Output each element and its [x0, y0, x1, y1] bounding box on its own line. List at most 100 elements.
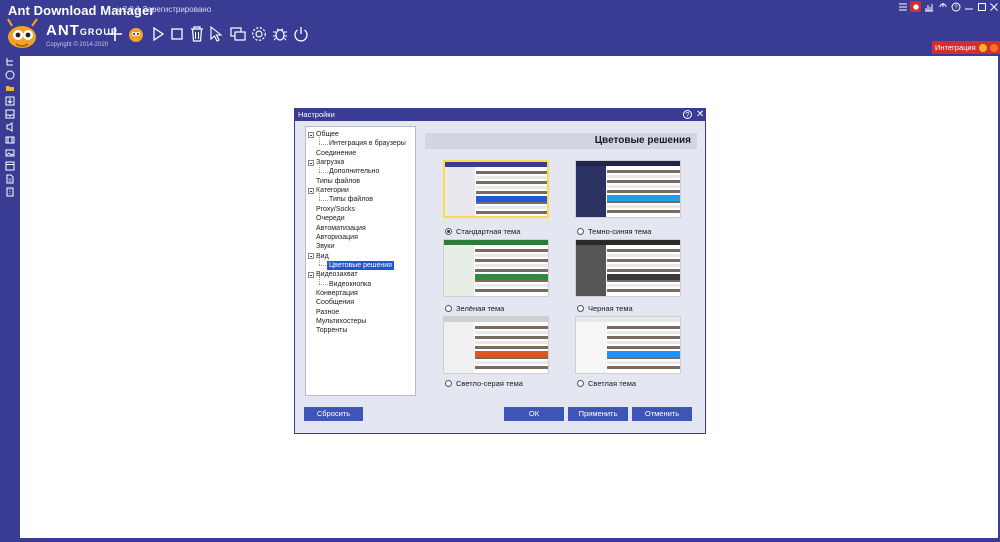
tree-item[interactable]: Proxy/Socks: [316, 205, 355, 214]
theme-preview-row: [475, 331, 548, 334]
cancel-button[interactable]: Отменить: [632, 407, 692, 421]
stats-icon[interactable]: [923, 1, 934, 12]
tree-expand-icon[interactable]: [308, 187, 314, 194]
theme-preview-row: [607, 331, 680, 334]
tree-item[interactable]: Загрузка: [316, 158, 344, 167]
theme-preview-row: [476, 206, 547, 209]
tree-expand-icon[interactable]: [308, 159, 314, 166]
radio-button[interactable]: [577, 228, 584, 235]
tree-item[interactable]: Авторизация: [316, 233, 358, 242]
theme-preview-row: [607, 259, 680, 262]
tree-item[interactable]: Типы файлов: [316, 177, 360, 186]
app-header: Ant Download Manager v.2.0.1 Зарегистрир…: [0, 0, 1000, 56]
cursor-icon[interactable]: [207, 24, 227, 44]
maximize-icon[interactable]: [976, 1, 987, 12]
reset-button[interactable]: Сбросить: [304, 407, 363, 421]
tree-item[interactable]: Видеокнопка: [329, 280, 371, 289]
settings-tree[interactable]: Общее Интеграция в браузеры Соединение Загр…: [305, 126, 416, 396]
theme-preview-highlight: [607, 274, 680, 280]
tree-expand-icon[interactable]: [308, 253, 314, 260]
record-icon[interactable]: [910, 1, 921, 12]
dialog-titlebar: Настройки ? ✕: [295, 109, 705, 121]
tree-item[interactable]: Видеозахват: [316, 270, 358, 279]
theme-preview[interactable]: [575, 316, 681, 374]
theme-preview-row: [476, 211, 547, 214]
theme-preview[interactable]: [443, 239, 549, 297]
radio-button[interactable]: [577, 305, 584, 312]
help-icon[interactable]: ?: [950, 1, 961, 12]
tree-item[interactable]: Интеграция в браузеры: [329, 139, 406, 148]
apply-button[interactable]: Применить: [568, 407, 628, 421]
theme-label: Зелёная тема: [456, 304, 505, 313]
ant-badge-icon[interactable]: [126, 24, 146, 44]
power-icon[interactable]: [291, 24, 311, 44]
window-icon[interactable]: [5, 161, 15, 171]
minimize-icon[interactable]: [963, 1, 974, 12]
theme-preview-sidebar: [576, 166, 606, 217]
tree-item[interactable]: Соединение: [316, 149, 356, 158]
dialog-close-icon[interactable]: ✕: [696, 109, 704, 120]
tree-expand-icon[interactable]: [308, 271, 314, 278]
bug-icon[interactable]: [270, 24, 290, 44]
close-icon[interactable]: [988, 1, 999, 12]
theme-preview[interactable]: [443, 316, 549, 374]
theme-preview-row: [607, 326, 680, 329]
radio-button[interactable]: [577, 380, 584, 387]
menu-icon[interactable]: [897, 1, 908, 12]
ok-button[interactable]: ОК: [504, 407, 564, 421]
tree-item[interactable]: Мультихостеры: [316, 317, 366, 326]
tree-item[interactable]: Звуки: [316, 242, 334, 251]
theme-preview[interactable]: [443, 160, 549, 218]
tree-item[interactable]: Цветовые решения: [327, 260, 394, 270]
tree-item[interactable]: Вид: [316, 252, 329, 261]
share-icon[interactable]: [937, 1, 948, 12]
help-circle-icon[interactable]: [5, 70, 15, 80]
theme-option[interactable]: Светло-серая тема: [445, 379, 523, 388]
film-icon[interactable]: [5, 135, 15, 145]
theme-preview-row: [476, 176, 547, 179]
theme-preview-row: [475, 259, 548, 262]
dialog-help-icon[interactable]: ?: [683, 110, 692, 119]
document-icon[interactable]: [5, 174, 15, 184]
folder-icon[interactable]: [5, 83, 15, 93]
theme-option[interactable]: Темно-синяя тема: [577, 227, 651, 236]
tree-icon[interactable]: [5, 57, 15, 67]
tree-item[interactable]: Торренты: [316, 326, 347, 335]
integration-button[interactable]: Интеграция: [932, 41, 1000, 54]
tree-item[interactable]: Типы файлов: [329, 195, 373, 204]
tree-item[interactable]: Разное: [316, 308, 339, 317]
theme-preview-row: [475, 346, 548, 349]
theme-option[interactable]: Зелёная тема: [445, 304, 504, 313]
theme-preview-row: [475, 254, 548, 257]
inbox-icon[interactable]: [5, 109, 15, 119]
tree-item[interactable]: Очереди: [316, 214, 345, 223]
play-icon[interactable]: [148, 24, 168, 44]
delete-icon[interactable]: [187, 24, 207, 44]
windows-icon[interactable]: [228, 24, 248, 44]
tree-item[interactable]: Автоматизация: [316, 224, 366, 233]
add-icon[interactable]: [105, 24, 125, 44]
theme-preview-row: [475, 249, 548, 252]
radio-button[interactable]: [445, 305, 452, 312]
theme-preview-row: [607, 284, 680, 287]
tree-item[interactable]: Сообщения: [316, 298, 354, 307]
radio-button[interactable]: [445, 380, 452, 387]
tree-item[interactable]: Конвертация: [316, 289, 358, 298]
archive-icon[interactable]: [5, 187, 15, 197]
firefox-icon: [990, 43, 998, 52]
download-arrow-icon[interactable]: [5, 96, 15, 106]
stop-icon[interactable]: [167, 24, 187, 44]
tree-item[interactable]: Категории: [316, 186, 349, 195]
tree-item[interactable]: Дополнительно: [329, 167, 379, 176]
image-icon[interactable]: [5, 148, 15, 158]
tree-expand-icon[interactable]: [308, 131, 314, 138]
theme-preview[interactable]: [575, 239, 681, 297]
theme-preview-sidebar: [444, 322, 474, 373]
gear-icon[interactable]: [249, 24, 269, 44]
radio-button[interactable]: [445, 228, 452, 235]
theme-option[interactable]: Черная тема: [577, 304, 633, 313]
theme-option[interactable]: Светлая тема: [577, 379, 636, 388]
theme-option[interactable]: Стандартная тема: [445, 227, 520, 236]
theme-preview[interactable]: [575, 160, 681, 218]
music-icon[interactable]: [5, 122, 15, 132]
